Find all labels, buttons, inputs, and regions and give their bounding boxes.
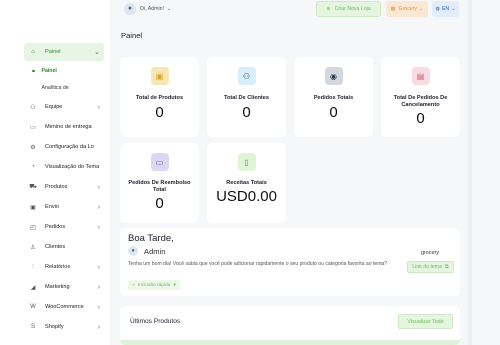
delivery-icon: ▭ [30, 124, 36, 131]
chevron-right-icon: › [97, 263, 100, 271]
sidebar-item-visualizacao-tema[interactable]: ◔ Visualização do Tema [24, 158, 104, 176]
chevron-down-icon: ⌄ [166, 5, 172, 12]
wallet-icon: ▭ [150, 153, 169, 171]
sidebar-subitem-painel[interactable]: Painel [32, 68, 57, 74]
stat-card-total-produtos: ▣ Total de Produtos 0 [120, 57, 199, 137]
team-icon: ⚇ [30, 104, 36, 111]
plus-icon: + [132, 282, 135, 288]
sidebar: ⌂ Painel ⌄ Painel Analítica de ⚇ Equipe … [0, 0, 110, 345]
sidebar-item-pedidos[interactable]: ◰ Pedidos › [24, 218, 104, 236]
sidebar-item-menino-de-entrega[interactable]: ▭ Menino de entrega [24, 118, 104, 136]
stat-card-cancelamento: ▤ Total De Pedidos De Cancelamento 0 [381, 57, 460, 137]
home-icon: ⌂ [31, 49, 35, 55]
sidebar-item-equipe[interactable]: ⚇ Equipe › [24, 98, 104, 116]
sidebar-item-envio[interactable]: ▣ Envio › [24, 198, 104, 216]
stat-card-reembolso: ▭ Pedidos De Reembolso Total 0 [120, 143, 199, 223]
cart-icon: ⛟ [29, 184, 37, 190]
chevron-down-icon: ⌄ [419, 6, 424, 12]
chevron-right-icon: › [97, 103, 100, 111]
megaphone-icon: ◢ [30, 284, 36, 291]
stat-card-receitas: ▯ Receitas Totais USD0.00 [207, 143, 286, 223]
greeting: Oi, Admin! [140, 5, 164, 12]
page-title: Painel [121, 31, 143, 40]
chevron-down-icon: ⌄ [94, 49, 100, 56]
quick-add-button[interactable]: + Inclusão rápida ▾ [128, 280, 180, 290]
create-store-button[interactable]: ⊕ Criar Nova Loja [316, 1, 381, 17]
store-name: grocery [421, 250, 439, 256]
revenue-icon: ▯ [237, 153, 256, 171]
user-menu[interactable]: ● Oi, Admin! ⌄ [124, 1, 171, 16]
chevron-right-icon: › [97, 283, 100, 291]
latest-products-card: Últimos Produtos Visualizar Todo [120, 306, 460, 345]
table-header-strip [120, 340, 460, 345]
chevron-right-icon: › [97, 303, 100, 311]
copy-icon: ⧉ [444, 263, 449, 270]
chevron-right-icon: › [97, 323, 100, 331]
orders-icon: ◉ [324, 67, 343, 85]
store-switch-button[interactable]: ▦ Grocery ⌄ [386, 1, 428, 17]
welcome-text: Tenha um bom dia! Você sabia que você po… [128, 261, 388, 267]
sidebar-item-configuracao[interactable]: ⚙ Configuração da Lo [24, 138, 104, 156]
sidebar-item-woocommerce[interactable]: W WooCommerce › [24, 298, 104, 316]
scrollbar[interactable] [468, 0, 472, 345]
sidebar-item-marketing[interactable]: ◢ Marketing › [24, 278, 104, 296]
avatar: ● [128, 246, 138, 256]
sidebar-item-relatorios[interactable]: ⫶ Relatórios › [24, 258, 104, 276]
settings-icon: ⚙ [30, 144, 36, 151]
store-icon: ▦ [390, 6, 396, 12]
chevron-down-icon: ▾ [173, 282, 176, 288]
sidebar-item-shopify[interactable]: S Shopify › [24, 318, 104, 336]
theme-icon: ◔ [31, 164, 35, 170]
sidebar-item-produtos[interactable]: ⛟ Produtos › [24, 178, 104, 196]
welcome-title: Boa Tarde, [128, 233, 174, 244]
customers-icon: ♙ [30, 244, 36, 251]
language-button[interactable]: ◍ EN ⌄ [432, 1, 459, 17]
welcome-user: ● Admin [128, 246, 166, 256]
chevron-right-icon: › [97, 183, 100, 191]
shopify-icon: S [30, 324, 35, 330]
chevron-right-icon: › [97, 223, 100, 231]
sidebar-subitem-analitica[interactable]: Analítica de [32, 85, 69, 91]
latest-products-title: Últimos Produtos [130, 318, 181, 325]
box-icon: ▣ [150, 67, 169, 85]
sidebar-item-painel[interactable]: ⌂ Painel ⌄ [24, 43, 104, 61]
cancel-icon: ▤ [411, 67, 430, 85]
bullet-icon [32, 69, 35, 73]
chart-icon: ⫶ [32, 263, 34, 270]
avatar: ● [124, 2, 136, 15]
stat-card-pedidos-totais: ◉ Pedidos Totais 0 [294, 57, 373, 137]
view-all-button[interactable]: Visualizar Todo [398, 314, 453, 329]
plus-icon: ⊕ [326, 6, 331, 12]
woo-icon: W [30, 304, 36, 310]
stat-card-total-clientes: ⚇ Total De Clientes 0 [207, 57, 286, 137]
sidebar-item-label: Painel [45, 49, 61, 55]
globe-icon: ◍ [435, 6, 440, 12]
orders-icon: ◰ [30, 224, 36, 231]
theme-link-button[interactable]: Link do tema ⧉ [407, 261, 454, 273]
sidebar-item-clientes[interactable]: ♙ Clientes [24, 238, 104, 256]
chevron-right-icon: › [97, 203, 100, 211]
truck-icon: ▣ [30, 204, 36, 211]
users-icon: ⚇ [237, 67, 256, 85]
chevron-down-icon: ⌄ [451, 6, 456, 12]
